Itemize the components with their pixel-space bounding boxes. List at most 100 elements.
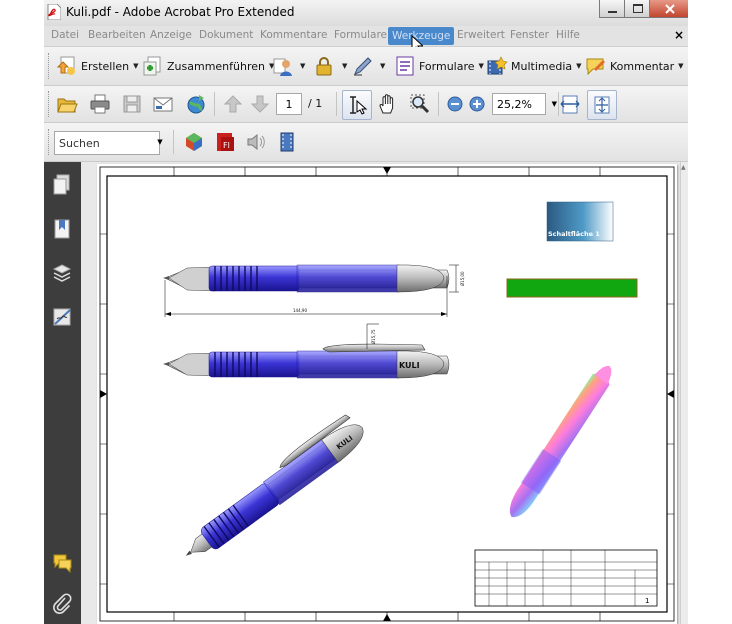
menu-fenster[interactable]: Fenster (510, 29, 549, 41)
minimize-icon (608, 11, 617, 13)
menu-bar: Datei Bearbeiten Anzeige Dokument Kommen… (44, 26, 688, 53)
menu-dokument[interactable]: Dokument (199, 29, 253, 41)
create-pdf-icon (56, 56, 75, 75)
menu-hilfe[interactable]: Hilfe (556, 29, 580, 41)
chevron-down-icon: ▼ (300, 62, 306, 70)
print-icon[interactable] (89, 93, 111, 115)
comment-button[interactable]: Kommentar ▼ (585, 55, 684, 77)
secure-button[interactable]: ▼ (313, 55, 347, 77)
toolbar-grip[interactable] (48, 129, 52, 155)
search-dropdown-button[interactable]: ▼ (154, 131, 166, 153)
previous-page-icon[interactable] (222, 93, 244, 115)
multimedia-icon (487, 56, 508, 75)
chevron-down-icon: ▼ (380, 62, 386, 70)
close-icon (664, 3, 675, 14)
create-button[interactable]: Erstellen ▼ (56, 55, 139, 77)
zoom-in-icon[interactable] (466, 93, 488, 115)
marquee-zoom-icon[interactable] (409, 93, 431, 115)
attachments-icon[interactable] (52, 592, 72, 614)
menu-erweitert[interactable]: Erweitert (457, 29, 505, 41)
pdf-page: Schaltfläche 1 144,90 Ø15,00 KULI Ø15,75… (97, 164, 677, 624)
pen-side-view-with-clip: KULI Ø15,75 (163, 323, 450, 379)
toolbar-separator (438, 92, 439, 116)
vertical-scrollbar[interactable]: ▲ (680, 162, 688, 624)
select-tool-button[interactable] (342, 90, 372, 120)
chevron-down-icon: ▼ (342, 62, 348, 70)
search-input[interactable]: Suchen (54, 131, 160, 155)
tasks-toolbar: Erstellen ▼ Zusammenführen ▼ ▼ ▼ ▼ Formu… (44, 47, 688, 86)
flash-icon[interactable]: Fl (214, 131, 236, 153)
open-folder-icon[interactable] (56, 93, 78, 115)
fit-width-icon[interactable] (559, 93, 581, 115)
minimize-button[interactable] (599, 0, 626, 18)
dimension-clip: Ø15,75 (371, 329, 376, 344)
toolbar-grip[interactable] (48, 53, 52, 79)
menu-datei[interactable]: Datei (51, 29, 79, 41)
title-bar: Kuli.pdf - Adobe Acrobat Pro Extended (44, 0, 688, 26)
close-document-button[interactable]: × (674, 28, 684, 42)
menu-kommentare[interactable]: Kommentare (260, 29, 327, 41)
forms-label: Formulare (419, 59, 475, 73)
navigation-panel (44, 162, 81, 624)
zoom-out-icon[interactable] (444, 93, 466, 115)
form-text-field[interactable] (506, 278, 638, 298)
comment-icon (586, 58, 605, 76)
toolbar-separator (173, 130, 174, 154)
svg-text:Fl: Fl (223, 141, 230, 150)
menu-anzeige[interactable]: Anzeige (150, 29, 192, 41)
search-toolbar: Suchen ▼ Fl (44, 123, 688, 162)
menu-bearbeiten[interactable]: Bearbeiten (88, 29, 146, 41)
page-total: / 1 (308, 97, 323, 110)
maximize-button[interactable] (624, 0, 651, 18)
text-select-cursor-icon (350, 96, 368, 115)
window-title: Kuli.pdf - Adobe Acrobat Pro Extended (66, 5, 295, 19)
menu-formulare[interactable]: Formulare (334, 29, 387, 41)
chevron-down-icon: ▼ (551, 100, 557, 108)
forms-button[interactable]: Formulare ▼ (394, 55, 484, 77)
form-button-schaltflaeche[interactable]: Schaltfläche 1 (546, 201, 614, 242)
dimension-length: 144,90 (293, 308, 307, 313)
fit-page-button[interactable] (587, 90, 617, 120)
layers-icon[interactable] (52, 262, 72, 284)
next-page-icon[interactable] (249, 93, 271, 115)
collaborate-button[interactable]: ▼ (271, 55, 305, 77)
toolbar-grip[interactable] (48, 91, 52, 117)
zoom-value: 25,2% (497, 97, 532, 111)
email-icon[interactable] (152, 93, 174, 115)
save-icon[interactable] (121, 93, 143, 115)
comments-icon[interactable] (52, 551, 72, 573)
sign-button[interactable]: ▼ (351, 55, 385, 77)
scroll-up-icon: ▲ (681, 164, 686, 171)
titleblock-sheet-number: 1 (645, 597, 649, 605)
pdf-file-icon (47, 4, 61, 20)
acrobat-window: Kuli.pdf - Adobe Acrobat Pro Extended Da… (44, 0, 688, 624)
chevron-down-icon: ▼ (133, 62, 139, 70)
share-globe-icon[interactable] (185, 93, 207, 115)
close-window-button[interactable] (649, 0, 688, 18)
lock-icon (316, 57, 332, 76)
pen-isometric-view: KULI (185, 414, 364, 556)
signatures-icon[interactable] (52, 306, 72, 328)
video-icon[interactable] (276, 131, 298, 153)
multimedia-button[interactable]: Multimedia ▼ (486, 55, 582, 77)
bookmarks-icon[interactable] (52, 218, 72, 240)
combine-label: Zusammenführen (167, 59, 265, 73)
3d-tool-icon[interactable] (183, 131, 205, 153)
chevron-down-icon: ▼ (478, 62, 484, 70)
pen-rendered-view (509, 365, 612, 518)
page-number-input[interactable]: 1 (276, 93, 302, 115)
page-number-value: 1 (285, 97, 293, 111)
hand-tool-icon[interactable] (377, 93, 399, 115)
zoom-select[interactable]: 25,2% ▼ (492, 93, 557, 115)
pages-icon[interactable] (52, 174, 72, 196)
maximize-icon (632, 4, 643, 13)
dimension-diameter: Ø15,00 (460, 271, 465, 286)
combine-button[interactable]: Zusammenführen ▼ (142, 55, 274, 77)
forms-icon (396, 56, 414, 76)
pen-brand-label: KULI (399, 361, 420, 370)
create-label: Erstellen (81, 59, 130, 73)
chevron-down-icon: ▼ (576, 62, 582, 70)
combine-files-icon (143, 56, 161, 76)
sound-icon[interactable] (245, 131, 267, 153)
comment-label: Kommentar (610, 59, 675, 73)
